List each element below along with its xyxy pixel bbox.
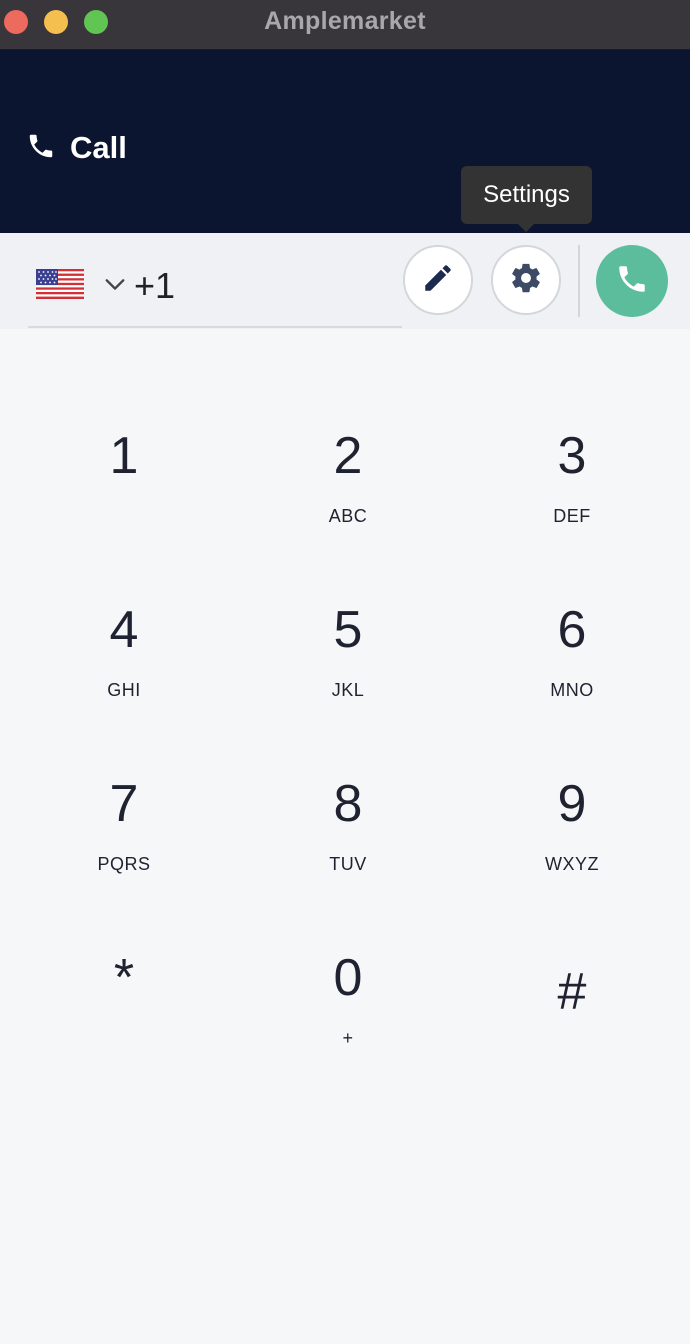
keypad-key-9[interactable]: 9 WXYZ bbox=[472, 774, 672, 904]
settings-button[interactable] bbox=[491, 245, 561, 315]
key-digit: 6 bbox=[557, 601, 587, 659]
phone-icon bbox=[26, 131, 56, 166]
call-button[interactable] bbox=[596, 245, 668, 317]
phone-icon bbox=[615, 262, 649, 301]
chevron-down-icon bbox=[84, 273, 126, 300]
header-title-group: Call bbox=[26, 130, 127, 166]
header-title: Call bbox=[70, 130, 127, 165]
key-digit: 4 bbox=[109, 601, 139, 659]
key-digit: # bbox=[557, 963, 587, 1021]
keypad-key-0[interactable]: 0 + bbox=[248, 948, 448, 1078]
key-letters: DEF bbox=[553, 506, 591, 526]
keypad-key-hash[interactable]: # bbox=[472, 962, 672, 1092]
key-letters: MNO bbox=[550, 680, 594, 700]
keypad-key-5[interactable]: 5 JKL bbox=[248, 600, 448, 730]
gear-icon bbox=[509, 261, 543, 300]
keypad-key-1[interactable]: 1 bbox=[24, 426, 224, 556]
country-code: +1 bbox=[134, 265, 176, 306]
phone-input-underline[interactable] bbox=[28, 326, 402, 328]
keypad-key-star[interactable]: * bbox=[24, 948, 224, 1078]
key-letters: ABC bbox=[328, 506, 368, 526]
window-titlebar: Amplemarket bbox=[0, 0, 690, 50]
keypad-key-4[interactable]: 4 GHI bbox=[24, 600, 224, 730]
key-letters: + bbox=[342, 1028, 354, 1048]
edit-button[interactable] bbox=[403, 245, 473, 315]
country-selector[interactable]: +1 bbox=[36, 265, 175, 307]
key-digit: 2 bbox=[333, 427, 363, 485]
key-digit: 5 bbox=[333, 601, 363, 659]
key-digit: 3 bbox=[557, 427, 587, 485]
key-letters: GHI bbox=[107, 680, 141, 700]
keypad-key-2[interactable]: 2 ABC bbox=[248, 426, 448, 556]
key-letters: PQRS bbox=[97, 854, 151, 874]
pencil-icon bbox=[421, 261, 455, 300]
settings-tooltip: Settings bbox=[461, 166, 592, 232]
keypad-key-6[interactable]: 6 MNO bbox=[472, 600, 672, 730]
us-flag-icon bbox=[36, 268, 84, 304]
key-digit: * bbox=[113, 949, 135, 1007]
key-digit: 7 bbox=[109, 775, 139, 833]
key-digit: 8 bbox=[333, 775, 363, 833]
keypad-key-3[interactable]: 3 DEF bbox=[472, 426, 672, 556]
key-letters: JKL bbox=[331, 680, 365, 700]
key-digit: 9 bbox=[557, 775, 587, 833]
keypad-key-7[interactable]: 7 PQRS bbox=[24, 774, 224, 904]
key-digit: 0 bbox=[333, 949, 363, 1007]
dialer-input-row: +1 bbox=[0, 233, 690, 329]
key-digit: 1 bbox=[109, 427, 139, 485]
toolbar-divider bbox=[578, 245, 580, 317]
key-letters: TUV bbox=[329, 854, 367, 874]
keypad-key-8[interactable]: 8 TUV bbox=[248, 774, 448, 904]
window-title: Amplemarket bbox=[264, 7, 426, 35]
key-letters: WXYZ bbox=[545, 854, 599, 874]
